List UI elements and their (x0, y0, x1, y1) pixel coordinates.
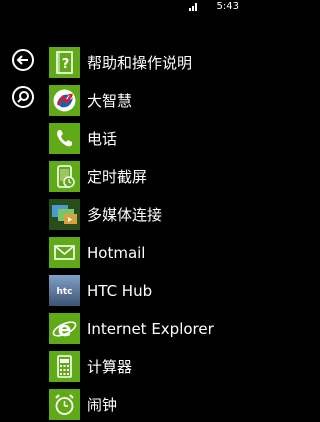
htc-hub-icon: htc (49, 275, 80, 306)
app-tile (49, 199, 80, 230)
app-item-internet-explorer[interactable]: e Internet Explorer (49, 313, 245, 346)
app-tile (49, 123, 80, 154)
app-tile: ? (49, 47, 80, 78)
app-label: HTC Hub (87, 282, 153, 300)
hotmail-icon (54, 245, 75, 260)
app-label: 闹钟 (87, 396, 118, 414)
app-item-timed-screenshot[interactable]: 定时截屏 (49, 161, 245, 194)
app-label: Hotmail (87, 244, 146, 262)
dazhihui-logo-icon (49, 85, 80, 116)
app-item-hotmail[interactable]: Hotmail (49, 237, 245, 270)
app-item-help[interactable]: ? 帮助和操作说明 (49, 47, 245, 80)
timed-screenshot-icon (57, 165, 75, 188)
app-tile: htc (49, 275, 80, 306)
svg-text:htc: htc (56, 287, 72, 297)
app-tile (49, 85, 80, 116)
phone-icon (57, 130, 72, 147)
app-item-dazhihui[interactable]: 大智慧 (49, 85, 245, 118)
svg-text:?: ? (62, 57, 70, 72)
app-label: 定时截屏 (87, 168, 148, 186)
internet-explorer-icon: e (52, 317, 77, 341)
search-button[interactable] (12, 86, 34, 108)
app-item-calculator[interactable]: 计算器 (49, 351, 245, 384)
app-tile: e (49, 313, 80, 344)
app-label: Internet Explorer (87, 320, 214, 338)
help-question-icon: ? (56, 51, 73, 74)
alarm-clock-icon (55, 394, 74, 415)
app-label: 帮助和操作说明 (87, 54, 193, 72)
app-tile (49, 351, 80, 382)
svg-text:e: e (58, 317, 72, 341)
app-item-htc-hub[interactable]: htc HTC Hub (49, 275, 245, 308)
clock-time: 5:43 (216, 1, 239, 12)
app-label: 大智慧 (87, 92, 133, 110)
app-tile (49, 161, 80, 192)
back-arrow-icon (16, 55, 28, 65)
status-bar: 5:43 (0, 0, 245, 16)
app-item-media-connect[interactable]: 多媒体连接 (49, 199, 245, 232)
calculator-icon (57, 355, 72, 378)
app-label: 计算器 (87, 358, 133, 376)
app-item-alarm[interactable]: 闹钟 (49, 389, 245, 422)
signal-icon (189, 3, 197, 11)
search-icon (17, 91, 29, 103)
app-item-phone[interactable]: 电话 (49, 123, 245, 156)
media-connect-icon (49, 199, 80, 230)
app-label: 多媒体连接 (87, 206, 163, 224)
back-button[interactable] (12, 49, 34, 71)
app-tile (49, 389, 80, 420)
app-tile (49, 237, 80, 268)
app-label: 电话 (87, 130, 118, 148)
